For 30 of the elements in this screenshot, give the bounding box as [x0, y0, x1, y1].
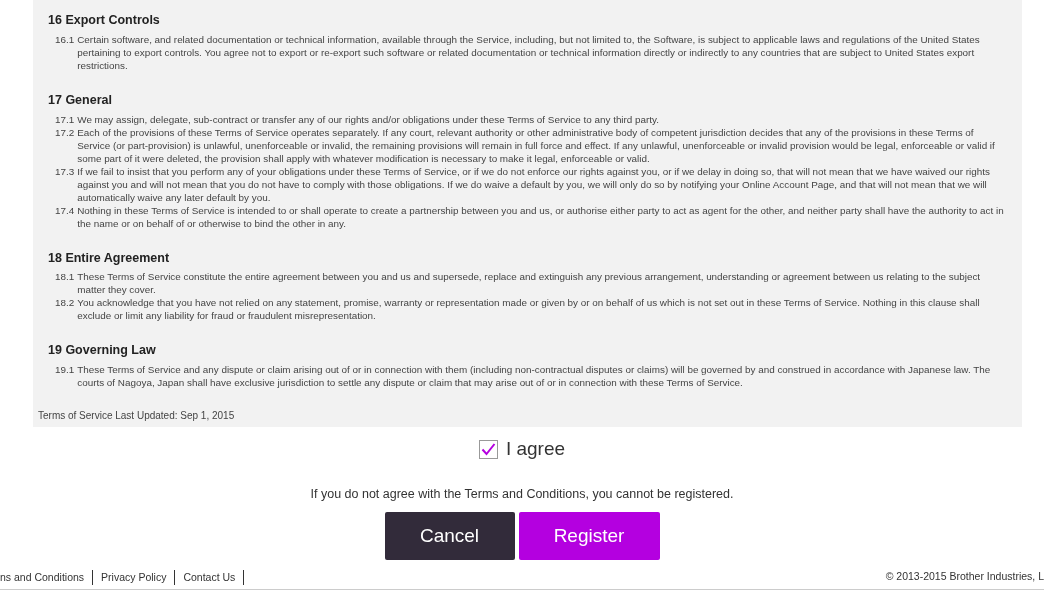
agree-label[interactable]: I agree [505, 434, 566, 464]
section-heading: 19 Governing Law [48, 342, 157, 360]
clause-number: 17.3 [55, 164, 75, 179]
clause-number: 16.1 [55, 32, 75, 47]
clause-text: These Terms of Service constitute the entire agreement between you and us and supersede, replace and extinguish any previous arrangement, understanding or agreement between us relating to the subject matter they cover. [77, 270, 982, 297]
clause-number: 17.2 [55, 125, 75, 140]
clause-text: Each of the provisions of these Terms of Service operates separately. If any court, relevant authority or other administrative body of competent jurisdiction decides that any of the provisions in these Terms of Service (or part-provision) is unlawful, unenforceable or invalid, the remaining provisions will remain in full force and effect. If any unlawful, unenforceable or invalid provision would be legal, enforceable or valid if some part of it were deleted, the provision shall apply with whatever modification is necessary to make it legal, enforceable or valid. [77, 125, 996, 165]
section-heading: 17 General [48, 91, 113, 109]
clause-text: If we fail to insist that you perform any of your obligations under these Terms of Service, or if we do not enforce our rights against you, or if we delay in doing so, that will not mean that we have waived our rights against you and will not mean that you do not have to comply with those obligations. If we do waive a default by you, we will only do so by notifying your Online Account Page, and that will not mean that we will automatically waive any later default by you. [77, 164, 991, 204]
footer-link[interactable]: ns and Conditions [0, 569, 94, 585]
clause-number: 17.4 [55, 203, 75, 218]
clause-text: Certain software, and related documentation or technical information, available through the Service, including, but not limited to, the Software, is subject to applicable laws and regulations of the United States pertaining to export controls. You agree not to export or re-export such software or related documentation or technical information directly or indirectly to any countries that are subject to United States export restrictions. [77, 32, 981, 72]
footer-link[interactable]: Privacy Policy [93, 569, 176, 585]
clause-text: We may assign, delegate, sub-contract or transfer any of our rights and/or obligations under these Terms of Service to any third party. [77, 112, 660, 126]
clause-text: Nothing in these Terms of Service is intended to or shall operate to create a partnership between you and us, or authorise either party to act as agent for the other, and neither party shall have the authority to act in the name or on behalf of or otherwise to bind the other in any. [77, 203, 1005, 230]
clause-text: These Terms of Service and any dispute or claim arising out of or in connection with them (including non-contractual disputes or claims) will be governed by and construed in accordance with Japanese law. The courts of Nagoya, Japan shall have exclusive jurisdiction to settle any dispute or claim that may arise out of or in connection with these Terms of Service. [77, 363, 992, 389]
section-heading: 16 Export Controls [48, 12, 161, 29]
section-heading: 18 Entire Agreement [48, 249, 171, 267]
footer-link[interactable]: Contact Us [175, 569, 245, 585]
clause-number: 19.1 [55, 363, 75, 377]
clause-number: 17.1 [55, 112, 75, 126]
copyright-text: © 2013-2015 Brother Industries, L [885, 569, 1044, 585]
last-updated-text: Terms of Service Last Updated: Sep 1, 2015 [38, 409, 236, 423]
agree-checkbox[interactable] [478, 439, 498, 459]
register-button[interactable]: Register [518, 511, 660, 560]
clause-number: 18.2 [55, 296, 75, 311]
registration-notice: If you do not agree with the Terms and Conditions, you cannot be registered. [309, 486, 735, 503]
cancel-button[interactable]: Cancel [384, 511, 515, 560]
clause-number: 18.1 [55, 270, 75, 285]
clause-text: You acknowledge that you have not relied on any statement, promise, warranty or representation made or given by or on behalf of us which is not set out in these Terms of Service. Nothing in this clause shall exclude or limit any liability for fraud or fraudulent misrepresentation. [77, 296, 981, 323]
